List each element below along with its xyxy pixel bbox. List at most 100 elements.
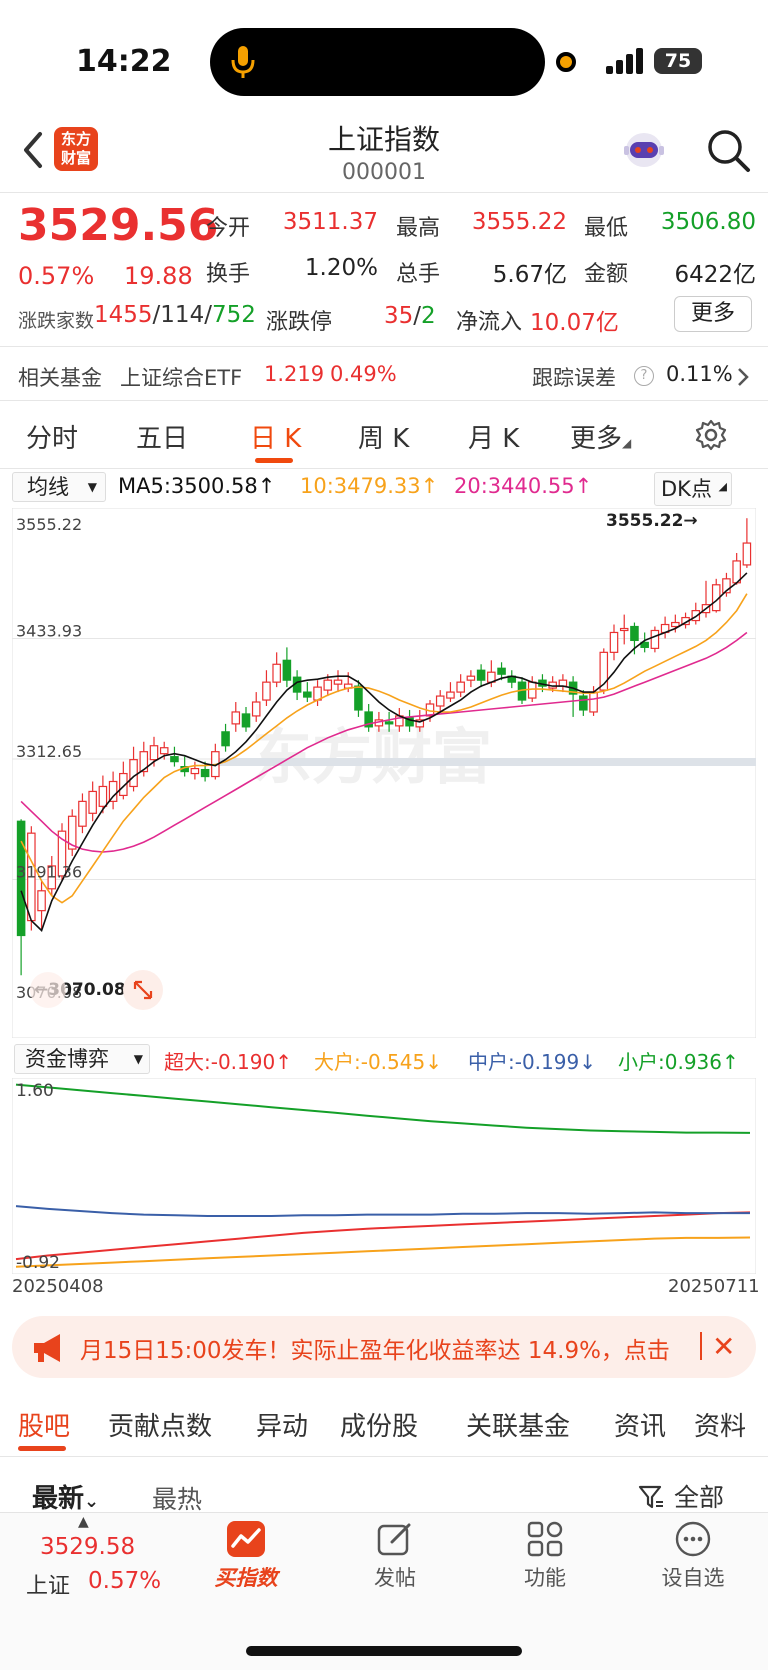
high-marker: 3555.22→: [606, 511, 698, 531]
sort-newest-label: 最新: [32, 1484, 85, 1514]
more-button[interactable]: 更多: [674, 296, 752, 332]
trend-chart-icon: [227, 1521, 265, 1557]
open-value: 3511.37: [282, 209, 378, 235]
indicator-select-value: 均线: [27, 475, 69, 499]
cellular-signal-icon: [606, 48, 643, 74]
large-legend: 大户:-0.545↓: [314, 1046, 442, 1075]
status-bar: 14:22 75: [0, 0, 768, 120]
amount-label: 金额: [584, 262, 629, 287]
tab-intraday[interactable]: 分时: [26, 418, 78, 455]
ma20-value: 20:3440.55: [454, 474, 575, 498]
fund-flow-chart[interactable]: 1.60 -0.92: [12, 1078, 756, 1274]
clock: 14:22: [76, 44, 172, 79]
low-label: 最低: [584, 216, 629, 241]
tab-weekly-k[interactable]: 周 K: [358, 418, 409, 455]
bottom-quote-price[interactable]: 3529.58: [40, 1534, 135, 1560]
volume-label: 总手: [396, 262, 441, 287]
active-tab-indicator: [18, 1446, 66, 1451]
fund-flow-select-value: 资金博弈: [25, 1047, 109, 1071]
banner-divider: [700, 1332, 702, 1360]
bottom-quote-name: 上证: [26, 1574, 71, 1599]
change-amount: 19.88: [124, 262, 193, 290]
tab-news[interactable]: 资讯: [614, 1406, 666, 1443]
small-legend: 小户:0.936↑: [618, 1046, 739, 1075]
nav-post-label: 发帖: [374, 1566, 416, 1590]
help-icon[interactable]: ?: [634, 366, 654, 386]
battery-level: 75: [664, 50, 692, 72]
candlestick-chart[interactable]: 东方财富 3555.223433.933312.653191.363070.08…: [12, 508, 756, 1038]
medium-legend: 中户:-0.199↓: [468, 1046, 596, 1075]
volume-value: 5.67亿: [492, 262, 567, 288]
tab-daily-k[interactable]: 日 K: [250, 418, 301, 455]
limit-down: 2: [421, 303, 436, 329]
y-max-label: 1.60: [16, 1081, 54, 1101]
up-arrow-icon: ↑: [257, 474, 276, 498]
filter-label: 全部: [674, 1483, 725, 1512]
y-tick-label: 3191.36: [16, 863, 82, 882]
indicator-select[interactable]: 均线 ▼: [12, 472, 106, 502]
tab-contribution[interactable]: 贡献点数: [108, 1406, 212, 1443]
sort-hottest[interactable]: 最热: [152, 1480, 202, 1516]
small-value: 小户:0.936: [618, 1050, 722, 1074]
end-date-label: 20250711: [668, 1276, 760, 1297]
start-date-label: 20250408: [12, 1276, 104, 1297]
battery-icon: 75: [654, 48, 702, 74]
chevron-right-icon: [738, 368, 749, 386]
tab-anomaly[interactable]: 异动: [256, 1406, 308, 1443]
tab-guba[interactable]: 股吧: [18, 1406, 70, 1443]
tab-related-funds[interactable]: 关联基金: [466, 1406, 570, 1443]
up-arrow-icon: ↑: [722, 1050, 739, 1074]
down-arrow-icon: ↓: [579, 1050, 596, 1074]
divider: [0, 192, 768, 193]
ma10-value: 10:3479.33: [300, 474, 421, 498]
divider: [0, 468, 768, 469]
dk-point-select[interactable]: DK点 ◢: [654, 472, 732, 506]
related-fund-row[interactable]: 相关基金 上证综合ETF 1.219 0.49% 跟踪误差 ? 0.11%: [0, 352, 768, 400]
price-band: [212, 758, 756, 766]
ai-assistant-robot-icon[interactable]: [620, 128, 668, 174]
dropdown-icon: ▼: [87, 480, 97, 494]
ma5-legend: MA5:3500.58↑: [118, 474, 275, 498]
y-tick-label: 3312.65: [16, 742, 82, 761]
candle: [599, 648, 609, 695]
tab-monthly-k[interactable]: 月 K: [468, 418, 519, 455]
sort-newest[interactable]: 最新⌄: [32, 1478, 99, 1515]
dropdown-icon: ▼: [133, 1052, 143, 1066]
tab-constituents[interactable]: 成份股: [340, 1406, 418, 1443]
open-label: 今开: [206, 216, 251, 241]
settings-gear-icon[interactable]: [694, 418, 728, 452]
limit-label: 涨跌停: [266, 310, 333, 335]
dynamic-island: [210, 28, 545, 96]
collapse-icon[interactable]: [30, 972, 66, 1008]
breadth-label: 涨跌家数: [18, 310, 95, 332]
ma20-legend: 20:3440.55↑: [454, 474, 592, 498]
up-arrow-icon: ↑: [574, 474, 593, 498]
tab-five-day[interactable]: 五日: [136, 418, 188, 455]
filter-button[interactable]: 全部: [638, 1478, 724, 1514]
tab-profile[interactable]: 资料: [694, 1406, 746, 1443]
dropdown-triangle-icon: ◢: [622, 436, 632, 450]
filter-icon: [638, 1485, 663, 1509]
grid-apps-icon: [527, 1521, 563, 1557]
dk-select-value: DK点: [661, 477, 712, 501]
tab-more[interactable]: 更多◢: [570, 418, 631, 455]
nav-add-watchlist-label: 设自选: [661, 1566, 725, 1590]
netflow-value: 10.07亿: [530, 310, 619, 336]
related-fund-label: 相关基金: [18, 366, 102, 390]
recording-indicator-icon: [556, 52, 576, 72]
ma5-value: MA5:3500.58: [118, 474, 258, 498]
search-icon[interactable]: [704, 126, 752, 174]
turnover-value: 1.20%: [304, 255, 378, 281]
fund-flow-select[interactable]: 资金博弈 ▼: [14, 1044, 150, 1074]
close-icon[interactable]: ✕: [712, 1330, 735, 1363]
super-large-legend: 超大:-0.190↑: [164, 1046, 292, 1075]
active-tab-indicator: [255, 458, 293, 463]
breadth-down: 752: [211, 302, 256, 328]
large-value: 大户:-0.545: [314, 1050, 426, 1074]
divider: [0, 346, 768, 347]
more-dots-circle-icon: [675, 1521, 711, 1557]
netflow-label: 净流入: [456, 310, 523, 335]
breadth-flat: 114: [160, 302, 205, 328]
turnover-label: 换手: [206, 262, 251, 287]
expand-icon[interactable]: [123, 970, 163, 1010]
